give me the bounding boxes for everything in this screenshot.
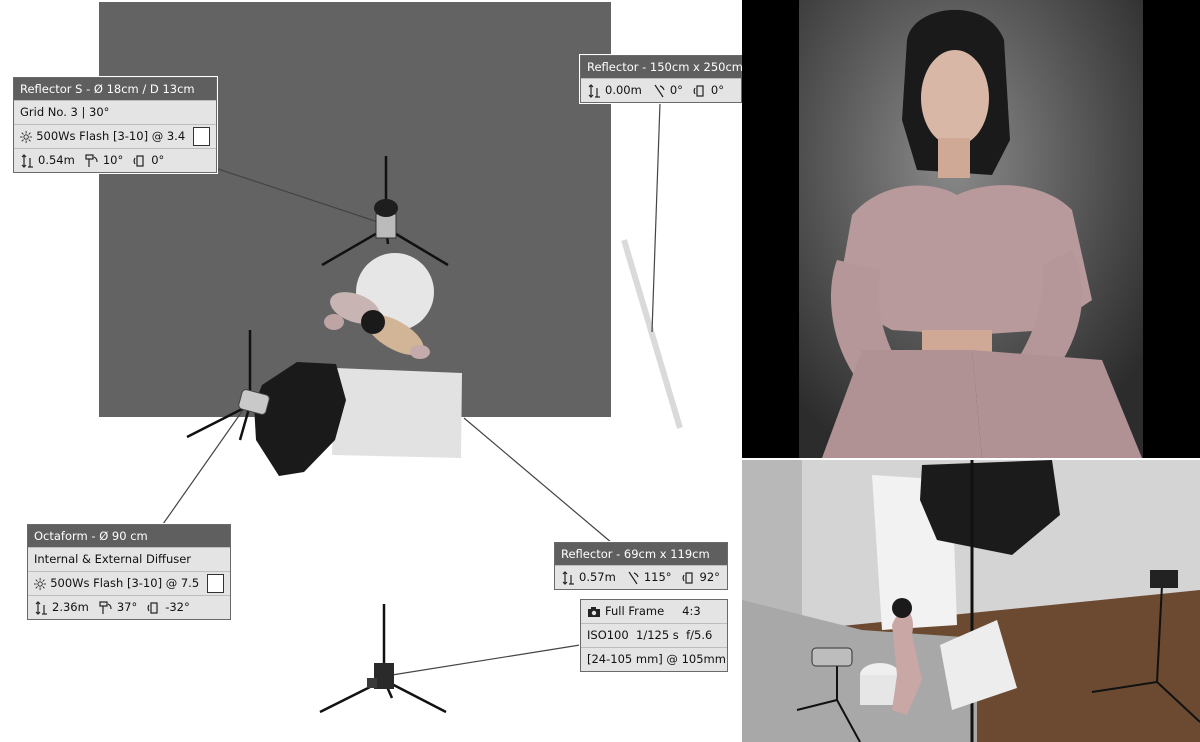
rotation-value: 92° bbox=[699, 570, 720, 584]
height-value: 0.00m bbox=[605, 83, 642, 97]
color-swatch[interactable] bbox=[193, 127, 210, 146]
rotation-icon bbox=[133, 154, 144, 167]
height-value: 2.36m bbox=[52, 600, 89, 614]
reflector-s-head[interactable] bbox=[375, 213, 397, 239]
label-modifier: Internal & External Diffuser bbox=[28, 547, 230, 571]
label-reflector-large[interactable]: Reflector - 150cm x 250cm 0.00m 0° 0° bbox=[580, 55, 743, 103]
flash-value: 500Ws Flash [3-10] @ 3.4 bbox=[36, 129, 186, 143]
height-icon bbox=[562, 570, 574, 585]
tilt-value: 0° bbox=[669, 83, 683, 97]
camera-settings: ISO100 1/125 s f/5.6 bbox=[581, 623, 727, 647]
flash-icon bbox=[20, 130, 33, 143]
tilt-icon bbox=[654, 84, 665, 97]
camera-lens: [24-105 mm] @ 105mm bbox=[581, 647, 727, 671]
camera-ratio: 4:3 bbox=[682, 604, 701, 618]
camera-tripod[interactable] bbox=[319, 604, 447, 714]
reflector-large-panel[interactable] bbox=[621, 239, 683, 429]
label-title: Reflector S - Ø 18cm / D 13cm bbox=[14, 78, 216, 100]
label-camera[interactable]: Full Frame 4:3 ISO100 1/125 s f/5.6 [24-… bbox=[580, 599, 728, 672]
camera-format: Full Frame bbox=[605, 604, 665, 618]
rotation-icon bbox=[682, 571, 693, 584]
label-title: Reflector - 69cm x 119cm bbox=[555, 543, 727, 565]
tilt-value: 115° bbox=[643, 570, 672, 584]
flash-value: 500Ws Flash [3-10] @ 7.5 bbox=[50, 576, 200, 590]
height-icon bbox=[35, 600, 47, 615]
label-reflector-s[interactable]: Reflector S - Ø 18cm / D 13cm Grid No. 3… bbox=[13, 77, 217, 173]
tilt-value: 10° bbox=[102, 153, 124, 167]
height-icon bbox=[21, 153, 33, 168]
label-modifier: Grid No. 3 | 30° bbox=[14, 100, 216, 124]
rotation-value: 0° bbox=[151, 153, 165, 167]
height-value: 0.54m bbox=[38, 153, 75, 167]
camera-icon bbox=[588, 606, 600, 617]
rotation-icon bbox=[147, 601, 158, 614]
rotation-icon bbox=[693, 84, 704, 97]
tilt-value: 37° bbox=[116, 600, 138, 614]
studio-3d-view bbox=[742, 460, 1200, 742]
rotation-value: 0° bbox=[710, 83, 724, 97]
label-octaform[interactable]: Octaform - Ø 90 cm Internal & External D… bbox=[27, 524, 231, 620]
label-title: Reflector - 150cm x 250cm bbox=[581, 56, 743, 78]
height-icon bbox=[588, 83, 600, 98]
tilt-icon bbox=[99, 600, 112, 614]
flash-icon bbox=[34, 577, 47, 590]
backdrop bbox=[99, 2, 611, 417]
color-swatch[interactable] bbox=[207, 574, 224, 593]
rotation-value: -32° bbox=[165, 600, 190, 614]
tilt-icon bbox=[85, 153, 98, 167]
portrait-photo bbox=[742, 0, 1200, 458]
label-reflector-small[interactable]: Reflector - 69cm x 119cm 0.57m 115° 92° bbox=[554, 542, 728, 590]
label-title: Octaform - Ø 90 cm bbox=[28, 525, 230, 547]
tilt-icon bbox=[628, 571, 639, 584]
reflector-small-panel[interactable] bbox=[332, 368, 462, 458]
height-value: 0.57m bbox=[579, 570, 616, 584]
